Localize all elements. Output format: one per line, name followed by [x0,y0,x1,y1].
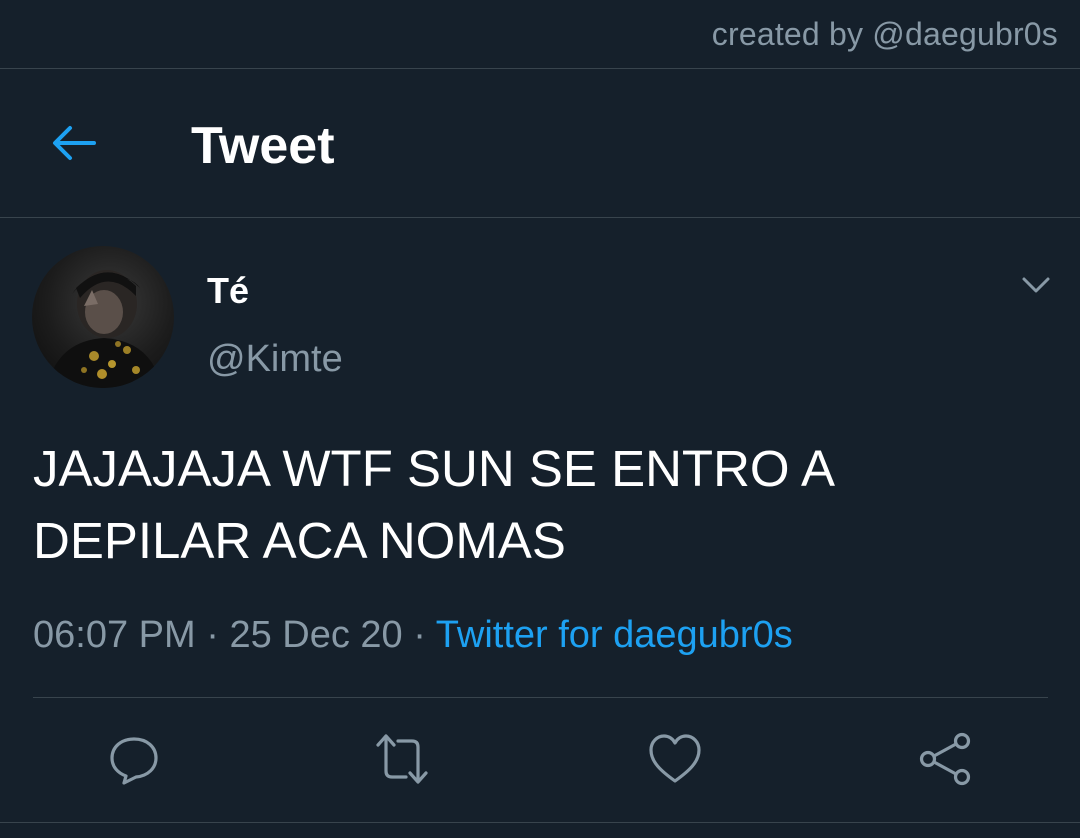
credit-bar: created by @daegubr0s [0,0,1080,69]
header: Tweet [0,69,1080,218]
chevron-down-icon[interactable] [1020,272,1052,298]
tweet-time[interactable]: 06:07 PM [33,614,196,656]
display-name[interactable]: Té [207,270,249,312]
share-icon[interactable] [918,731,974,787]
avatar-image [47,270,162,388]
page-title: Tweet [191,117,335,175]
avatar[interactable] [32,246,174,388]
tweet-source-link[interactable]: Twitter for daegubr0s [436,614,793,656]
meta-separator: · [206,614,230,656]
bottom-divider [0,822,1080,823]
meta-separator: · [413,614,436,656]
reply-icon[interactable] [106,731,162,787]
credit-text: created by @daegubr0s [711,16,1058,52]
arrow-left-icon[interactable] [50,123,98,163]
user-handle[interactable]: @Kimte [207,338,343,381]
action-bar [0,731,1080,791]
tweet-text-line-1: JAJAJAJA WTF SUN SE ENTRO A [33,440,835,497]
divider [33,697,1048,698]
tweet-meta: 06:07 PM · 25 Dec 20 · Twitter for daegu… [33,614,793,657]
heart-icon[interactable] [647,731,703,787]
tweet-date[interactable]: 25 Dec 20 [229,614,402,656]
tweet-text-line-2: DEPILAR ACA NOMAS [33,512,566,569]
tweet-text: JAJAJAJA WTF SUN SE ENTRO A DEPILAR ACA … [33,433,1033,577]
retweet-icon[interactable] [374,731,430,787]
